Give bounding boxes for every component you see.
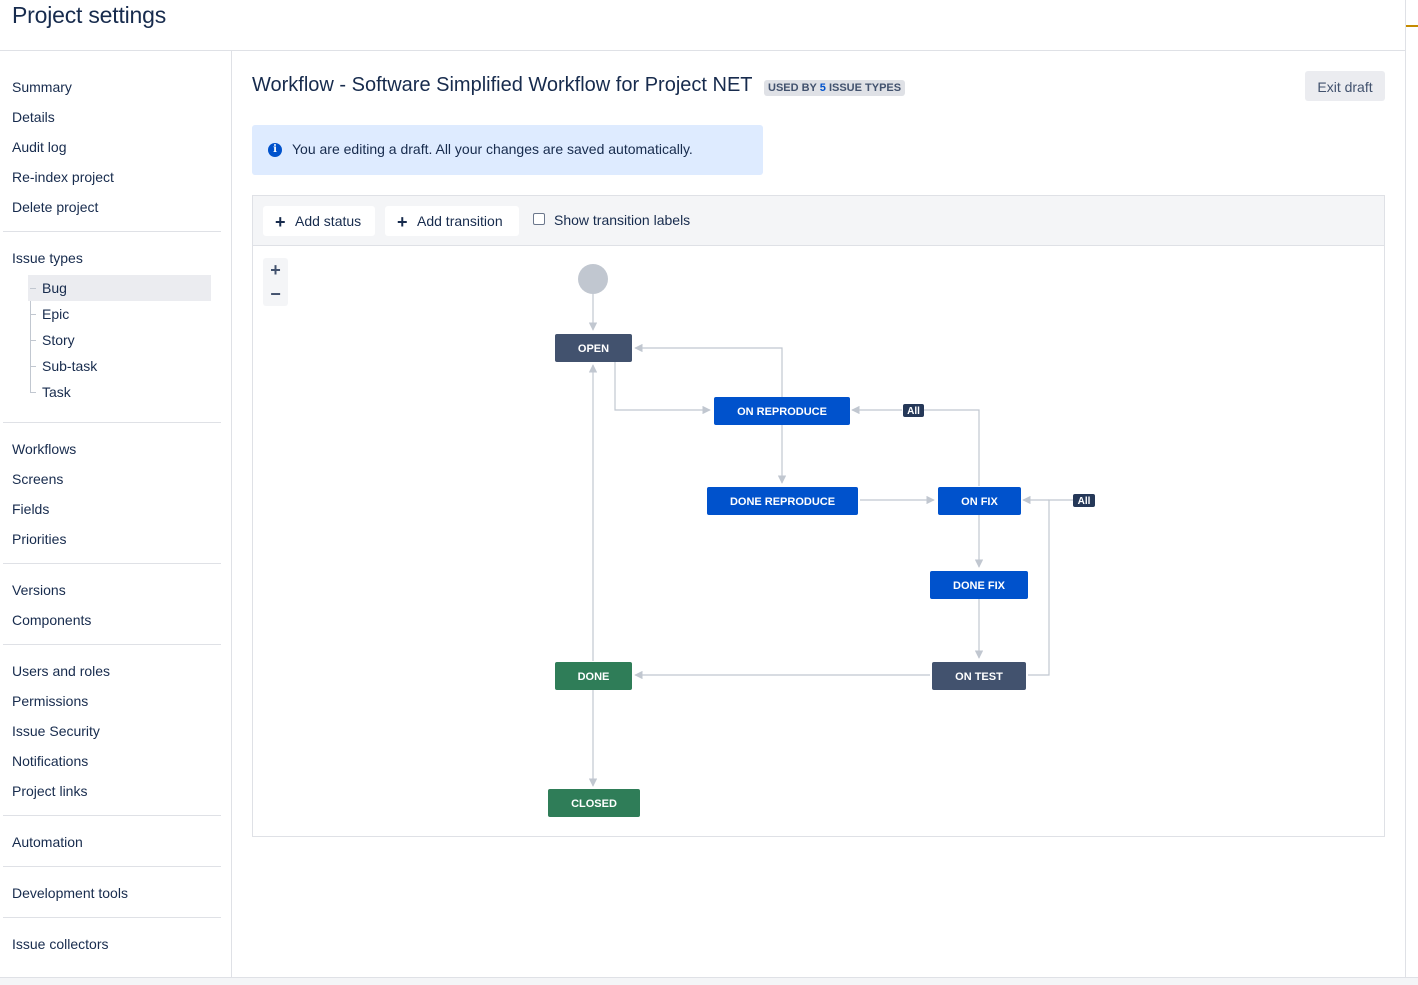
sidebar-item-issue-collectors[interactable]: Issue collectors [12,935,108,953]
sidebar-item-automation[interactable]: Automation [12,833,83,851]
all-transition-tag-on-reproduce[interactable]: All [903,404,924,417]
status-done-label: DONE [578,671,610,683]
sidebar-item-reindex-project[interactable]: Re-index project [12,168,114,186]
tree-tick [30,340,36,341]
sidebar-item-priorities[interactable]: Priorities [12,530,66,548]
status-done-fix[interactable]: DONE FIX [930,571,1028,599]
right-edge [1405,0,1406,984]
sidebar-item-components[interactable]: Components [12,611,91,629]
tree-tick [30,288,36,289]
plus-icon: + [397,212,408,232]
sidebar-item-issue-security[interactable]: Issue Security [12,722,100,740]
page-title: Project settings [12,2,167,28]
sidebar-subitem-epic[interactable]: Epic [28,301,211,327]
exit-draft-button[interactable]: Exit draft [1305,71,1385,101]
sidebar-divider [3,422,221,423]
tree-tick [30,392,36,393]
status-on-fix[interactable]: ON FIX [938,487,1021,515]
info-icon: i [268,143,282,157]
add-status-label: Add status [295,213,362,229]
start-node [578,264,608,294]
badge-prefix: USED BY [768,82,820,94]
workflow-diagram: OPEN ON REPRODUCE DONE REPRODUCE ON FIX … [548,264,1095,817]
sidebar-divider [3,866,221,867]
sidebar-subitem-story[interactable]: Story [28,327,211,353]
show-transition-labels-checkbox[interactable] [533,213,545,225]
sidebar: Summary Details Audit log Re-index proje… [0,51,232,977]
sidebar-item-notifications[interactable]: Notifications [12,752,88,770]
status-on-test[interactable]: ON TEST [932,662,1026,690]
usage-badge[interactable]: USED BY 5 ISSUE TYPES [764,80,906,96]
sidebar-item-users-and-roles[interactable]: Users and roles [12,662,110,680]
sidebar-item-fields[interactable]: Fields [12,500,49,518]
all-tag-label: All [907,406,920,417]
sidebar-divider [3,917,221,918]
sidebar-item-workflows[interactable]: Workflows [12,440,76,458]
status-done-reproduce[interactable]: DONE REPRODUCE [707,487,858,515]
sidebar-item-screens[interactable]: Screens [12,470,63,488]
status-closed[interactable]: CLOSED [548,789,640,817]
sidebar-item-versions[interactable]: Versions [12,581,66,599]
status-on-reproduce[interactable]: ON REPRODUCE [714,397,850,425]
sidebar-item-development-tools[interactable]: Development tools [12,884,128,902]
add-status-button[interactable]: + Add status [263,206,375,236]
sidebar-divider [3,231,221,232]
badge-suffix: ISSUE TYPES [825,82,902,94]
workflow-toolbar: + Add status + Add transition Show trans… [252,195,1385,246]
all-transition-tag-on-fix[interactable]: All [1073,494,1095,507]
sidebar-subitem-task[interactable]: Task [28,379,211,405]
status-done-reproduce-label: DONE REPRODUCE [730,496,835,508]
transition-open-on-reproduce [614,362,711,415]
all-tag-label: All [1078,496,1091,507]
add-transition-label: Add transition [417,213,503,229]
sidebar-item-summary[interactable]: Summary [12,78,72,96]
workflow-canvas[interactable]: + − OPEN ON REPRODUCE DONE REPRODUCE ON … [252,246,1385,837]
status-open-label: OPEN [578,343,609,355]
tree-tick [30,314,36,315]
sidebar-item-delete-project[interactable]: Delete project [12,198,98,216]
sidebar-item-permissions[interactable]: Permissions [12,692,88,710]
workflow-title: Workflow - Software Simplified Workflow … [252,74,753,96]
status-open[interactable]: OPEN [555,334,632,362]
transition-all-on-reproduce [923,409,980,486]
sidebar-subitem-sub-task[interactable]: Sub-task [28,353,211,379]
status-on-test-label: ON TEST [955,671,1003,683]
sidebar-item-audit-log[interactable]: Audit log [12,138,66,156]
transition-all-on-fix [1028,499,1073,676]
plus-icon: + [275,212,286,232]
status-done-fix-label: DONE FIX [953,580,1006,592]
status-done[interactable]: DONE [555,662,632,690]
status-on-fix-label: ON FIX [961,496,998,508]
sidebar-divider [3,815,221,816]
show-transition-labels-label[interactable]: Show transition labels [554,212,690,228]
sidebar-subitem-bug[interactable]: Bug [28,275,211,301]
add-transition-button[interactable]: + Add transition [385,206,519,236]
sidebar-divider [3,644,221,645]
status-on-reproduce-label: ON REPRODUCE [737,406,827,418]
sidebar-divider [3,563,221,564]
sidebar-item-issue-types[interactable]: Issue types [12,249,83,267]
tree-tick [30,366,36,367]
right-accent [1406,25,1418,27]
sidebar-item-project-links[interactable]: Project links [12,782,87,800]
draft-info-text: You are editing a draft. All your change… [292,141,693,157]
draft-info-banner: i You are editing a draft. All your chan… [252,125,763,175]
sidebar-item-details[interactable]: Details [12,108,55,126]
transition-on-reproduce-open [634,343,783,398]
status-closed-label: CLOSED [571,798,617,810]
